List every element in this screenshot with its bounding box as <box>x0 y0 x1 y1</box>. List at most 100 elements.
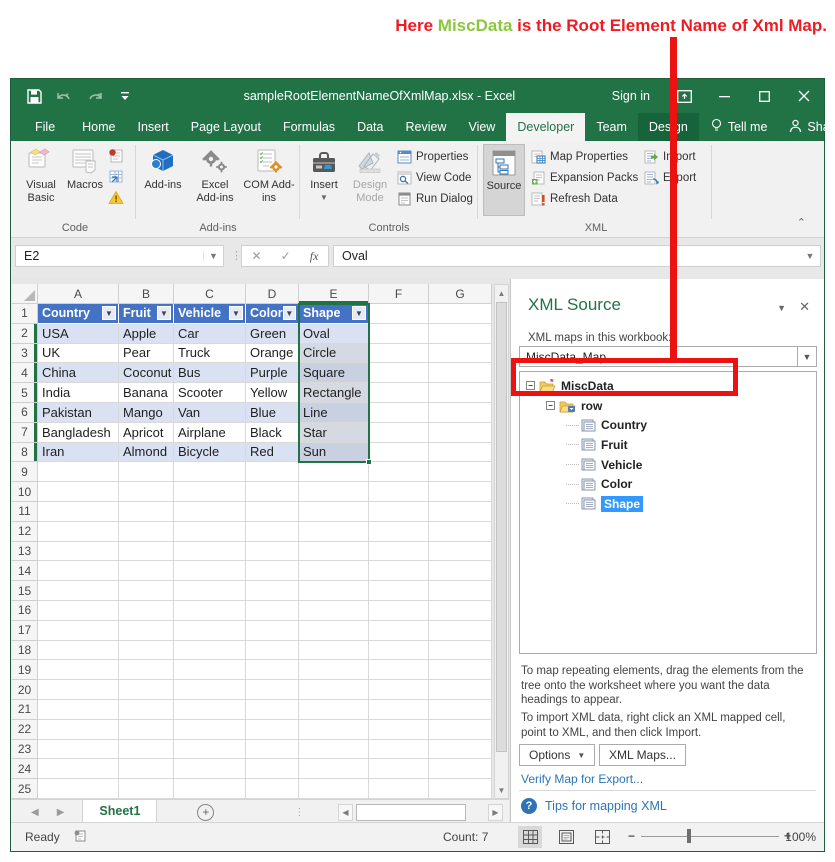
cell-D16[interactable] <box>246 601 299 621</box>
sheet-nav-right-icon[interactable]: ▶ <box>57 807 65 818</box>
cell-G7[interactable] <box>429 423 492 443</box>
tree-item-shape[interactable]: Shape <box>520 494 816 514</box>
scroll-left-icon[interactable]: ◀ <box>338 804 353 821</box>
expansion-packs-button[interactable]: Expansion Packs <box>531 167 638 188</box>
cell-B18[interactable] <box>119 641 174 661</box>
cell-F25[interactable] <box>369 779 429 799</box>
cell-F19[interactable] <box>369 660 429 680</box>
formula-expand-caret-icon[interactable]: ▼ <box>800 251 820 261</box>
row-header-17[interactable]: 17 <box>12 621 38 641</box>
row-header-2[interactable]: 2 <box>12 324 38 344</box>
cell-B21[interactable] <box>119 700 174 720</box>
cell-B9[interactable] <box>119 462 174 482</box>
enter-icon[interactable]: ✓ <box>281 249 291 263</box>
row-header-11[interactable]: 11 <box>12 502 38 522</box>
cell-A9[interactable] <box>38 462 119 482</box>
map-properties-button[interactable]: Map Properties <box>531 146 638 167</box>
macro-security-button[interactable] <box>108 187 124 208</box>
cell-F14[interactable] <box>369 561 429 581</box>
row-header-23[interactable]: 23 <box>12 740 38 760</box>
tree-item-country[interactable]: Country <box>520 415 816 435</box>
cell-A25[interactable] <box>38 779 119 799</box>
cell-D6[interactable]: Blue <box>246 403 299 423</box>
cell-A17[interactable] <box>38 621 119 641</box>
cell-A12[interactable] <box>38 522 119 542</box>
column-header-A[interactable]: A <box>38 284 119 304</box>
cell-B25[interactable] <box>119 779 174 799</box>
cell-F20[interactable] <box>369 680 429 700</box>
cell-E5[interactable]: Rectangle <box>299 383 369 403</box>
cell-C15[interactable] <box>174 581 246 601</box>
cell-G5[interactable] <box>429 383 492 403</box>
cell-C25[interactable] <box>174 779 246 799</box>
tab-home[interactable]: Home <box>71 113 126 141</box>
add-sheet-icon[interactable]: + <box>197 804 214 821</box>
row-header-7[interactable]: 7 <box>12 423 38 443</box>
cell-B19[interactable] <box>119 660 174 680</box>
cell-C8[interactable]: Bicycle <box>174 443 246 463</box>
macro-record-status-icon[interactable] <box>73 829 87 846</box>
filter-icon[interactable]: ▼ <box>157 306 171 320</box>
insert-function-icon[interactable]: fx <box>310 249 319 264</box>
tab-page-layout[interactable]: Page Layout <box>180 113 272 141</box>
cell-C19[interactable] <box>174 660 246 680</box>
zoom-slider[interactable] <box>641 836 779 837</box>
cell-D10[interactable] <box>246 482 299 502</box>
row-header-8[interactable]: 8 <box>12 443 38 463</box>
cell-D2[interactable]: Green <box>246 324 299 344</box>
cell-B3[interactable]: Pear <box>119 344 174 364</box>
cell-F9[interactable] <box>369 462 429 482</box>
row-header-12[interactable]: 12 <box>12 522 38 542</box>
column-header-E[interactable]: E <box>299 284 369 304</box>
cell-E22[interactable] <box>299 720 369 740</box>
cell-D4[interactable]: Purple <box>246 363 299 383</box>
vertical-scroll-thumb[interactable] <box>496 302 507 752</box>
cell-B1[interactable]: Fruit▼ <box>119 304 174 324</box>
cell-E7[interactable]: Star <box>299 423 369 443</box>
cell-F4[interactable] <box>369 363 429 383</box>
cell-B2[interactable]: Apple <box>119 324 174 344</box>
column-header-D[interactable]: D <box>246 284 299 304</box>
cell-A14[interactable] <box>38 561 119 581</box>
cell-G18[interactable] <box>429 641 492 661</box>
normal-view-icon[interactable] <box>518 826 542 848</box>
tips-link[interactable]: ? Tips for mapping XML <box>521 798 667 814</box>
cell-F3[interactable] <box>369 344 429 364</box>
design-mode-button[interactable]: Design Mode <box>348 144 392 216</box>
cell-E24[interactable] <box>299 759 369 779</box>
cell-E12[interactable] <box>299 522 369 542</box>
cell-E21[interactable] <box>299 700 369 720</box>
column-header-G[interactable]: G <box>429 284 492 304</box>
tab-file[interactable]: File <box>19 113 71 141</box>
tab-share[interactable]: Share <box>778 113 835 141</box>
tab-design[interactable]: Design <box>638 113 699 141</box>
cell-C23[interactable] <box>174 740 246 760</box>
name-box[interactable]: E2 ▼ <box>15 245 224 267</box>
cell-F8[interactable] <box>369 443 429 463</box>
tree-item-row[interactable]: −row <box>520 396 816 416</box>
redo-icon[interactable] <box>88 90 106 103</box>
source-button[interactable]: Source <box>483 144 525 216</box>
cell-G13[interactable] <box>429 542 492 562</box>
cell-E17[interactable] <box>299 621 369 641</box>
cell-A21[interactable] <box>38 700 119 720</box>
cell-B7[interactable]: Apricot <box>119 423 174 443</box>
formula-input[interactable]: Oval ▼ <box>333 245 821 267</box>
cell-D15[interactable] <box>246 581 299 601</box>
cell-G21[interactable] <box>429 700 492 720</box>
run-dialog-button[interactable]: Run Dialog <box>397 188 473 209</box>
cell-G4[interactable] <box>429 363 492 383</box>
cell-G2[interactable] <box>429 324 492 344</box>
cell-F7[interactable] <box>369 423 429 443</box>
cell-F5[interactable] <box>369 383 429 403</box>
cell-F23[interactable] <box>369 740 429 760</box>
cell-C17[interactable] <box>174 621 246 641</box>
cell-F1[interactable] <box>369 304 429 324</box>
com-addins-button[interactable]: COM Add-ins <box>243 144 295 216</box>
cell-F15[interactable] <box>369 581 429 601</box>
cell-C14[interactable] <box>174 561 246 581</box>
cell-D14[interactable] <box>246 561 299 581</box>
cell-G15[interactable] <box>429 581 492 601</box>
cell-E8[interactable]: Sun <box>299 443 369 463</box>
cell-D17[interactable] <box>246 621 299 641</box>
